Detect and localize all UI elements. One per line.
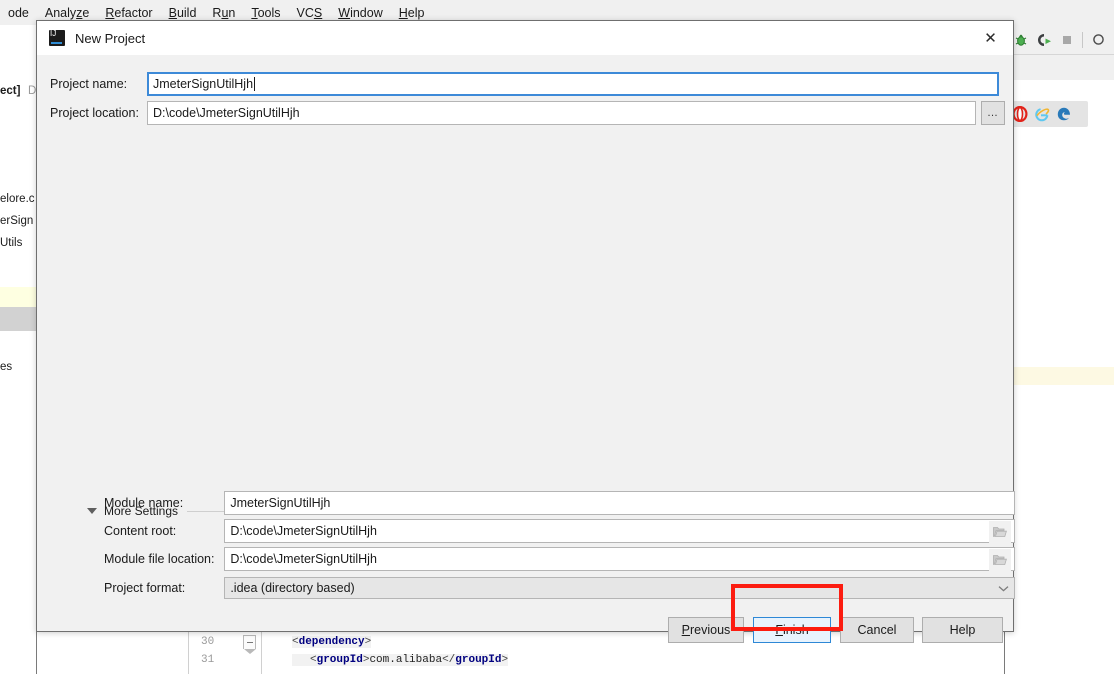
module-file-location-value: D:\code\JmeterSignUtilHjh xyxy=(230,552,377,566)
folder-icon[interactable] xyxy=(989,549,1011,571)
folder-icon[interactable] xyxy=(989,521,1011,543)
browser-preview-bar xyxy=(1004,101,1088,127)
dialog-title-bar: New Project ✕ xyxy=(37,21,1013,55)
project-tool-window[interactable]: ect] D elore.c erSign Utils es xyxy=(0,25,37,674)
menu-label: ode xyxy=(8,5,29,20)
tree-item-project-root[interactable]: ect] xyxy=(0,85,20,97)
ide-navigation-bar xyxy=(1004,55,1114,81)
code-line: <groupId>com.alibaba</groupId> xyxy=(292,654,509,666)
run-with-coverage-icon[interactable] xyxy=(1037,33,1052,47)
module-file-location-row: Module file location: D:\code\JmeterSign… xyxy=(104,547,1015,571)
dialog-content: Project name: JmeterSignUtilHjh Project … xyxy=(37,55,1015,643)
ide-run-toolbar xyxy=(1004,25,1114,55)
toolbar-divider xyxy=(1082,31,1083,48)
project-name-label: Project name: xyxy=(50,77,128,91)
project-location-input[interactable]: D:\code\JmeterSignUtilHjh xyxy=(147,101,976,125)
chevron-down-icon xyxy=(998,585,1009,592)
finish-button[interactable]: Finish xyxy=(753,617,831,643)
content-root-value: D:\code\JmeterSignUtilHjh xyxy=(230,524,377,538)
text-caret xyxy=(254,77,256,91)
cancel-button[interactable]: Cancel xyxy=(840,617,914,643)
tree-item-class[interactable]: erSign xyxy=(0,215,33,227)
project-name-value: JmeterSignUtilHjh xyxy=(153,77,254,91)
code-line: <dependency> xyxy=(292,636,372,648)
help-button-label: Help xyxy=(949,623,976,637)
project-location-row: Project location: D:\code\JmeterSignUtil… xyxy=(50,101,1015,125)
screen: ode Analyze Refactor Build Run Tools VCS… xyxy=(0,0,1114,674)
project-format-label: Project format: xyxy=(104,581,186,595)
project-format-value: .idea (directory based) xyxy=(230,581,355,595)
project-format-select[interactable]: .idea (directory based) xyxy=(224,577,1015,599)
project-name-input[interactable]: JmeterSignUtilHjh xyxy=(147,72,999,96)
module-file-location-label: Module file location: xyxy=(104,552,215,566)
module-file-location-input[interactable]: D:\code\JmeterSignUtilHjh xyxy=(224,547,1015,571)
content-root-row: Content root: D:\code\JmeterSignUtilHjh xyxy=(104,519,1015,543)
cancel-button-label: Cancel xyxy=(857,623,897,637)
new-project-dialog: New Project ✕ Project name: JmeterSignUt… xyxy=(36,20,1015,643)
tree-item-package[interactable]: elore.c xyxy=(0,193,35,205)
module-name-label: Module name: xyxy=(104,496,184,510)
menu-item-code[interactable]: ode xyxy=(0,3,37,23)
module-name-input[interactable]: JmeterSignUtilHjh xyxy=(224,491,1015,515)
line-number: 30 xyxy=(201,636,215,648)
editor-right-region xyxy=(1004,80,1114,674)
help-button[interactable]: Help xyxy=(922,617,1003,643)
stop-icon[interactable] xyxy=(1061,34,1073,46)
project-location-label: Project location: xyxy=(50,106,139,120)
module-name-value: JmeterSignUtilHjh xyxy=(230,496,331,510)
project-location-value: D:\code\JmeterSignUtilHjh xyxy=(153,106,300,120)
intellij-idea-logo-icon xyxy=(49,29,65,46)
browse-project-location-button[interactable]: … xyxy=(981,101,1005,125)
module-name-row: Module name: JmeterSignUtilHjh xyxy=(104,491,1015,515)
search-everywhere-icon[interactable] xyxy=(1092,33,1106,47)
tree-selected-row xyxy=(0,307,36,331)
editor-gutter: 30 31 xyxy=(188,632,262,674)
close-icon[interactable]: ✕ xyxy=(968,21,1013,54)
project-name-row: Project name: JmeterSignUtilHjh xyxy=(50,72,1002,96)
debug-icon[interactable] xyxy=(1014,33,1028,47)
content-root-label: Content root: xyxy=(104,524,177,538)
previous-button[interactable]: Previous xyxy=(668,617,744,643)
tree-item-utils[interactable]: Utils xyxy=(0,237,22,249)
chevron-down-icon[interactable] xyxy=(87,508,97,514)
dialog-title: New Project xyxy=(75,30,146,46)
project-format-row: Project format: .idea (directory based) xyxy=(104,577,1015,599)
content-root-input[interactable]: D:\code\JmeterSignUtilHjh xyxy=(224,519,1015,543)
edge-browser-icon[interactable] xyxy=(1056,106,1072,122)
code-fold-icon[interactable] xyxy=(243,635,256,654)
internet-explorer-browser-icon[interactable] xyxy=(1034,106,1050,122)
line-number: 31 xyxy=(201,654,215,666)
editor-warning-strip xyxy=(1005,367,1114,385)
tree-highlight-warning xyxy=(0,287,36,307)
tree-item-resources[interactable]: es xyxy=(0,361,12,373)
